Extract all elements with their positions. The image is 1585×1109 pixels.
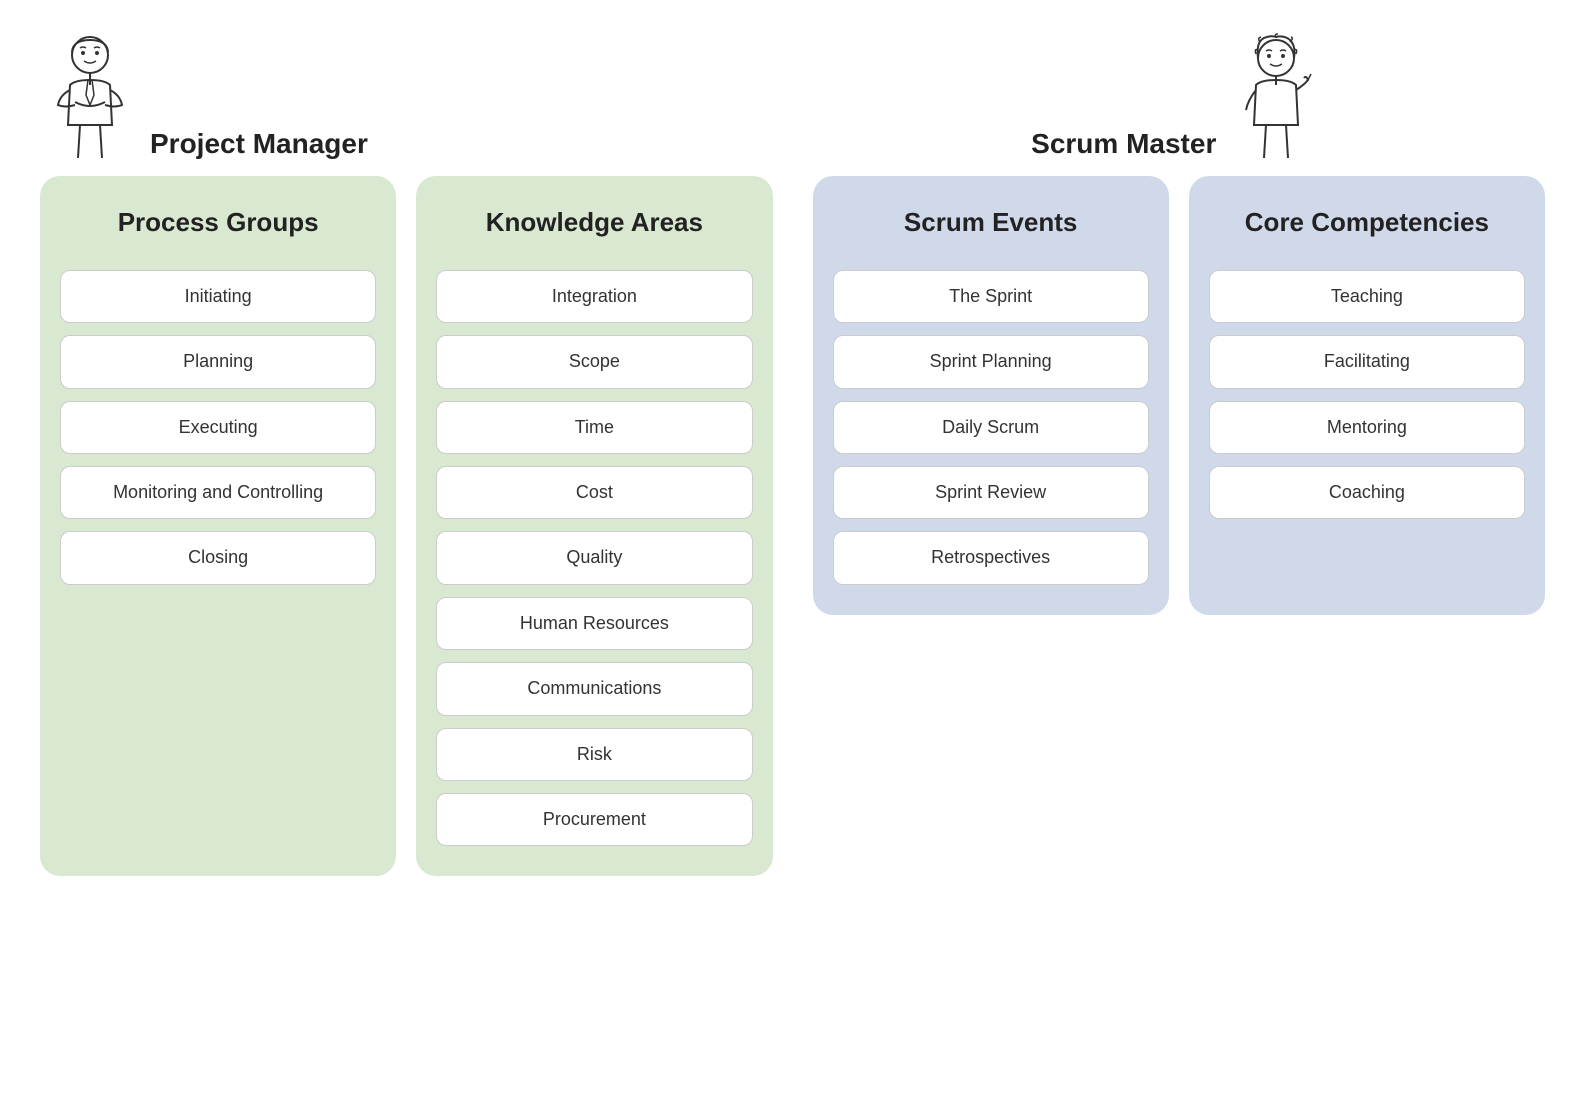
list-item: Communications (436, 662, 752, 715)
process-groups-heading: Process Groups (118, 206, 319, 240)
list-item: Risk (436, 728, 752, 781)
list-item: Procurement (436, 793, 752, 846)
sm-character-icon (1226, 30, 1326, 160)
list-item: Cost (436, 466, 752, 519)
list-item: Executing (60, 401, 376, 454)
process-groups-list: Initiating Planning Executing Monitoring an… (60, 270, 376, 585)
list-item: Planning (60, 335, 376, 388)
list-item: Daily Scrum (833, 401, 1149, 454)
list-item: Monitoring and Controlling (60, 466, 376, 519)
core-competencies-heading: Core Competencies (1245, 206, 1489, 240)
list-item: Coaching (1209, 466, 1525, 519)
list-item: Facilitating (1209, 335, 1525, 388)
list-item: Scope (436, 335, 752, 388)
list-item: Initiating (60, 270, 376, 323)
list-item: Sprint Planning (833, 335, 1149, 388)
list-item: Human Resources (436, 597, 752, 650)
scrum-events-heading: Scrum Events (904, 206, 1077, 240)
pm-title: Project Manager (150, 128, 368, 160)
knowledge-areas-heading: Knowledge Areas (486, 206, 703, 240)
list-item: Sprint Review (833, 466, 1149, 519)
list-item: The Sprint (833, 270, 1149, 323)
list-item: Mentoring (1209, 401, 1525, 454)
process-groups-column: Process Groups Initiating Planning Executi… (40, 176, 396, 876)
knowledge-areas-column: Knowledge Areas Integration Scope Time Cost… (416, 176, 772, 876)
main-container: Project Manager Process Groups Initiatin… (40, 30, 1545, 876)
list-item: Teaching (1209, 270, 1525, 323)
list-item: Integration (436, 270, 752, 323)
core-competencies-column: Core Competencies Teaching Facilitating Me… (1189, 176, 1545, 615)
core-competencies-list: Teaching Facilitating Mentoring Coaching (1209, 270, 1525, 520)
sm-title: Scrum Master (1031, 128, 1216, 160)
knowledge-areas-list: Integration Scope Time Cost Quality Human Res… (436, 270, 752, 847)
list-item: Time (436, 401, 752, 454)
list-item: Retrospectives (833, 531, 1149, 584)
scrum-events-list: The Sprint Sprint Planning Daily Scrum Spri… (833, 270, 1149, 585)
list-item: Closing (60, 531, 376, 584)
scrum-events-column: Scrum Events The Sprint Sprint Planning Da… (813, 176, 1169, 615)
pm-character-icon (40, 30, 140, 160)
list-item: Quality (436, 531, 752, 584)
